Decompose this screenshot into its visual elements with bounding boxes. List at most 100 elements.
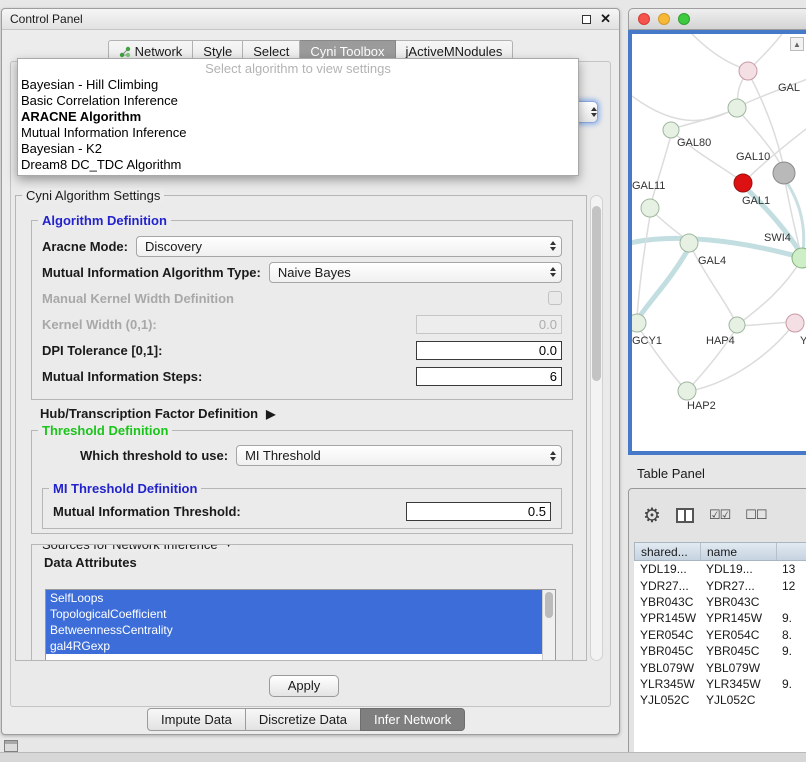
table-row[interactable]: YPR145WYPR145W9. <box>634 610 806 626</box>
table-cell: 8. <box>776 627 806 643</box>
node-label: GAL80 <box>677 137 711 149</box>
collapse-arrow-icon[interactable]: ▼ <box>224 544 234 552</box>
algorithm-definition-group: Algorithm Definition Aracne Mode: Discov… <box>31 220 573 400</box>
node-label: GAL4 <box>698 255 726 267</box>
group-title: Algorithm Definition <box>38 213 171 228</box>
attribute-item[interactable]: SelfLoops <box>46 590 542 606</box>
select-all-icon[interactable]: ☑☑ <box>709 507 730 523</box>
node-label: GAL1 <box>742 195 770 207</box>
data-attributes-list[interactable]: SelfLoopsTopologicalCoefficientBetweenne… <box>45 589 556 661</box>
tab-impute-data[interactable]: Impute Data <box>147 708 246 731</box>
table-toolbar: ⚙ ☑☑ ☐☐ <box>629 489 806 541</box>
network-canvas-svg[interactable]: GALGAL80GAL10GAL11GAL1SWI4GAL4GCY1HAP4YH… <box>632 34 806 455</box>
table-cell: 9. <box>776 643 806 659</box>
mi-threshold-definition-group: MI Threshold Definition Mutual Informati… <box>42 488 562 529</box>
network-node[interactable] <box>729 317 745 333</box>
scroll-up-arrow-icon[interactable]: ▲ <box>790 37 804 51</box>
table-cell: YBR045C <box>634 643 700 659</box>
minimize-traffic-light-icon[interactable] <box>658 13 670 25</box>
network-node[interactable] <box>728 99 746 117</box>
group-title: Threshold Definition <box>38 423 172 438</box>
network-node[interactable] <box>792 248 806 268</box>
combo-arrows-icon <box>550 241 556 251</box>
network-node[interactable] <box>739 62 757 80</box>
bottom-tab-bar: Impute Data Discretize Data Infer Networ… <box>147 708 465 731</box>
network-node[interactable] <box>773 162 795 184</box>
combo-arrows-icon <box>550 451 556 461</box>
network-node[interactable] <box>663 122 679 138</box>
table-cell: YJL052C <box>634 692 700 708</box>
table-cell: YJL052C <box>700 692 776 708</box>
attribute-item[interactable]: BetweennessCentrality <box>46 622 542 638</box>
table-cell: YER054C <box>634 627 700 643</box>
table-row[interactable]: YDL19...YDL19...13 <box>634 561 806 577</box>
mi-threshold-input[interactable] <box>406 502 551 521</box>
mi-steps-input[interactable] <box>416 367 562 386</box>
table-cell: YBL079W <box>634 659 700 675</box>
attribute-item[interactable]: gal4RGexp <box>46 638 542 654</box>
columns-icon[interactable] <box>676 508 694 523</box>
network-window-titlebar[interactable] <box>628 8 806 30</box>
algorithm-option[interactable]: Mutual Information Inference <box>18 125 578 141</box>
mi-type-combobox[interactable]: Naive Bayes <box>269 262 562 283</box>
float-window-icon[interactable] <box>582 15 591 24</box>
manual-kernel-checkbox[interactable] <box>548 291 562 305</box>
table-cell: 13 <box>776 561 806 577</box>
network-node[interactable] <box>734 174 752 192</box>
network-node[interactable] <box>786 314 804 332</box>
algorithm-option[interactable]: ARACNE Algorithm <box>18 109 578 125</box>
list-scrollbar[interactable] <box>542 590 555 661</box>
algorithm-option[interactable]: Bayesian - K2 <box>18 141 578 157</box>
dpi-tolerance-input[interactable] <box>416 341 562 360</box>
table-row[interactable]: YER054CYER054C8. <box>634 627 806 643</box>
aracne-mode-combobox[interactable]: Discovery <box>136 236 562 257</box>
algorithm-option[interactable]: Bayesian - Hill Climbing <box>18 77 578 93</box>
table-cell: YBL079W <box>700 659 776 675</box>
which-threshold-combobox[interactable]: MI Threshold <box>236 445 562 466</box>
manual-kernel-label: Manual Kernel Width Definition <box>42 291 234 306</box>
deselect-all-icon[interactable]: ☐☐ <box>745 507 766 523</box>
group-title: MI Threshold Definition <box>49 481 201 496</box>
table-row[interactable]: YBR043CYBR043C <box>634 594 806 610</box>
network-node[interactable] <box>632 314 646 332</box>
column-header[interactable] <box>777 543 806 560</box>
close-traffic-light-icon[interactable] <box>638 13 650 25</box>
table-row[interactable]: YLR345WYLR345W9. <box>634 676 806 692</box>
table-row[interactable]: YBR045CYBR045C9. <box>634 643 806 659</box>
table-row[interactable]: YJL052CYJL052C <box>634 692 806 708</box>
table-header-row: shared...name <box>634 542 806 561</box>
network-node[interactable] <box>680 234 698 252</box>
kernel-width-input[interactable] <box>416 315 562 334</box>
which-threshold-label: Which threshold to use: <box>80 448 228 463</box>
attribute-item[interactable]: TopologicalCoefficient <box>46 606 542 622</box>
expand-arrow-icon[interactable]: ▶ <box>266 407 275 421</box>
table-row[interactable]: YDR27...YDR27...12 <box>634 577 806 593</box>
table-cell: YBR045C <box>700 643 776 659</box>
control-panel-titlebar[interactable]: Control Panel ✕ <box>2 9 619 30</box>
table-cell: YDR27... <box>700 577 776 593</box>
gear-icon[interactable]: ⚙ <box>643 503 661 528</box>
scrollbar-thumb[interactable] <box>545 592 553 618</box>
tab-discretize-data[interactable]: Discretize Data <box>245 708 361 731</box>
sources-title-label: Sources for Network Inference <box>42 544 218 552</box>
table-cell: 9. <box>776 676 806 692</box>
algorithm-option[interactable]: Dream8 DC_TDC Algorithm <box>18 157 578 173</box>
table-row[interactable]: YBL079WYBL079W <box>634 659 806 675</box>
close-icon[interactable]: ✕ <box>600 11 611 27</box>
algorithm-option[interactable]: Basic Correlation Inference <box>18 93 578 109</box>
network-node[interactable] <box>678 382 696 400</box>
apply-button[interactable]: Apply <box>269 675 339 697</box>
hub-tf-definition-toggle[interactable]: Hub/Transcription Factor Definition ▶ <box>40 406 275 421</box>
settings-vertical-scrollbar[interactable] <box>590 195 603 661</box>
column-header[interactable]: shared... <box>635 543 701 560</box>
node-label: HAP2 <box>687 400 716 412</box>
tab-infer-network[interactable]: Infer Network <box>360 708 465 731</box>
column-header[interactable]: name <box>701 543 777 560</box>
scrollbar-thumb[interactable] <box>592 206 601 381</box>
hub-tf-definition-label: Hub/Transcription Factor Definition <box>40 406 258 421</box>
collapsed-panel-icon[interactable] <box>4 740 18 752</box>
tab-label: Select <box>253 44 289 59</box>
group-title: Sources for Network Inference ▼ <box>38 544 237 552</box>
network-node[interactable] <box>641 199 659 217</box>
zoom-traffic-light-icon[interactable] <box>678 13 690 25</box>
